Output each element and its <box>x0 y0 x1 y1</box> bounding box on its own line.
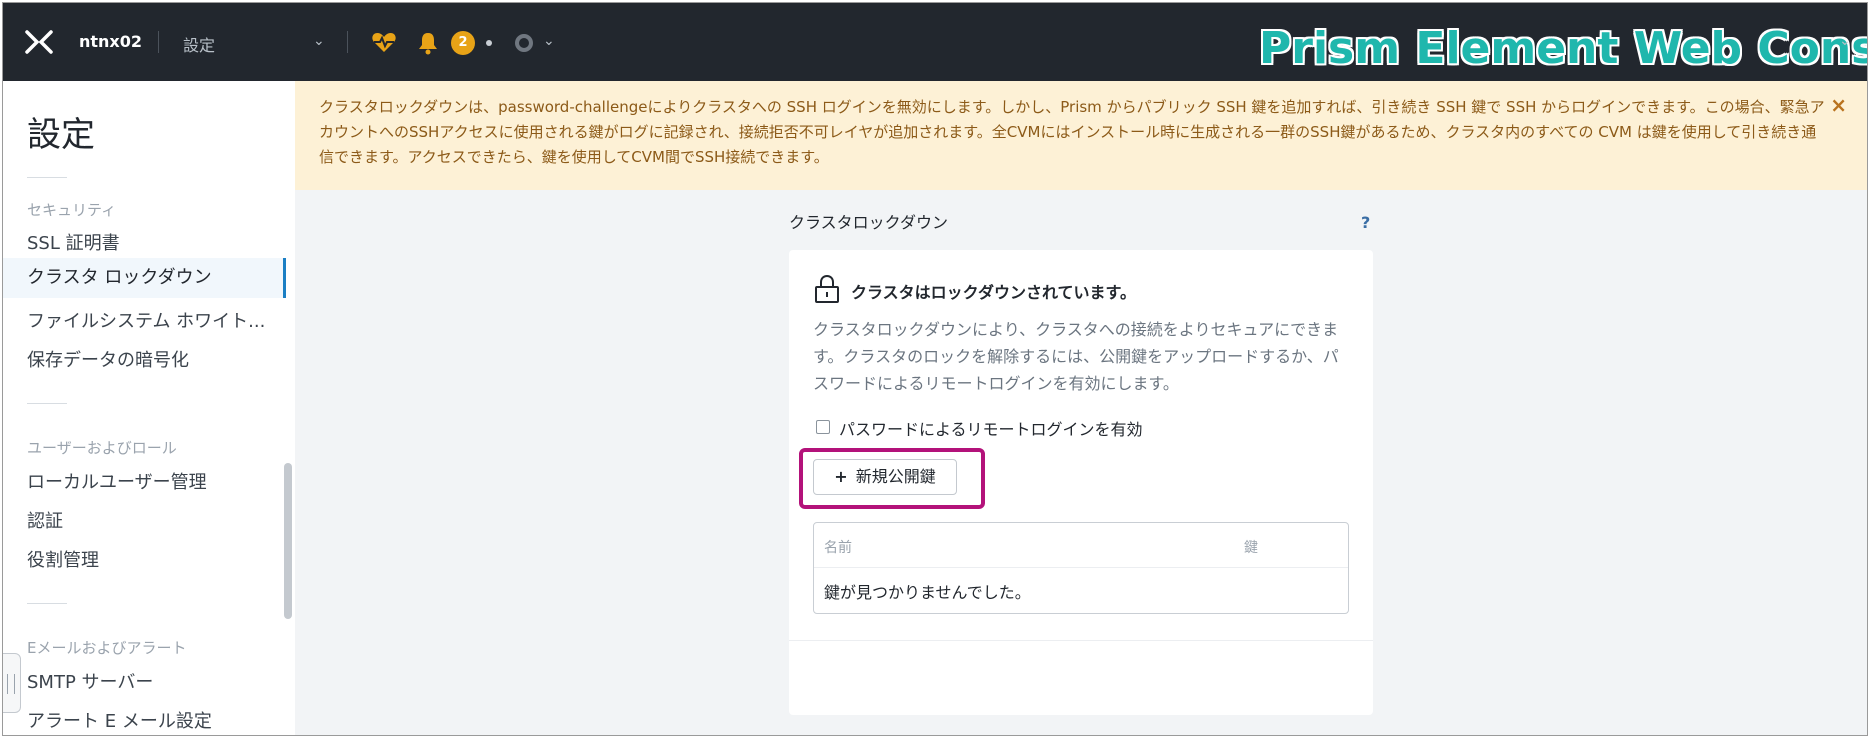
sidebar-item-authentication[interactable]: 認証 <box>27 507 63 533</box>
heart-health-icon[interactable] <box>371 31 397 53</box>
help-icon[interactable]: ? <box>1361 213 1370 232</box>
lockdown-description: クラスタロックダウンにより、クラスタへの接続をよりセキュアにできます。クラスタの… <box>813 320 1339 393</box>
cluster-name[interactable]: ntnx02 <box>79 32 142 51</box>
header-divider <box>814 567 1348 568</box>
sidebar-item-filesystem-whitelist[interactable]: ファイルシステム ホワイト... <box>27 307 265 333</box>
sidebar-group-email-alerts: Eメールおよびアラート <box>27 639 187 657</box>
sidebar-scrollbar[interactable] <box>284 463 292 619</box>
divider <box>27 603 67 604</box>
sidebar-title: 設定 <box>27 115 95 155</box>
column-header-name: 名前 <box>824 540 852 556</box>
nutanix-x-logo[interactable] <box>25 30 53 54</box>
divider <box>789 640 1373 641</box>
grip-icon <box>7 674 15 694</box>
sidebar-collapse-handle[interactable] <box>3 653 21 713</box>
empty-table-message: 鍵が見つかりませんでした。 <box>824 583 1031 602</box>
sidebar-item-alert-email-settings[interactable]: アラート E メール設定 <box>27 707 212 733</box>
lockdown-status-text: クラスタはロックダウンされています。 <box>851 283 1136 302</box>
sidebar-group-users-roles: ユーザーおよびロール <box>27 439 177 457</box>
warning-text: クラスタロックダウンは、password-challengeによりクラスタへの … <box>319 98 1825 166</box>
enable-password-login-checkbox[interactable] <box>816 420 830 434</box>
status-dot <box>486 40 492 46</box>
sidebar-item-smtp-server[interactable]: SMTP サーバー <box>27 668 153 694</box>
app-window: ntnx02 設定 ⌄ 2 ⌄ Prism Element Web Consol… <box>2 2 1868 736</box>
chevron-down-icon[interactable]: ⌄ <box>543 33 555 49</box>
alert-count-badge[interactable]: 2 <box>451 31 475 55</box>
divider <box>27 177 67 178</box>
public-keys-table: 名前 鍵 鍵が見つかりませんでした。 <box>813 522 1349 614</box>
divider <box>158 31 159 53</box>
sidebar-item-data-at-rest-encryption[interactable]: 保存データの暗号化 <box>27 346 189 372</box>
close-icon[interactable]: × <box>1830 93 1847 117</box>
page-name[interactable]: 設定 <box>183 32 215 56</box>
top-nav-bar: ntnx02 設定 ⌄ 2 ⌄ Prism Element Web Consol… <box>3 3 1867 81</box>
settings-sidebar: 設定 セキュリティ SSL 証明書 クラスタ ロックダウン ファイルシステム ホ… <box>3 81 295 735</box>
circle-status-icon[interactable] <box>515 34 533 52</box>
bell-icon[interactable] <box>417 31 439 55</box>
sidebar-item-local-user-management[interactable]: ローカルユーザー管理 <box>27 468 207 494</box>
column-header-key: 鍵 <box>1244 540 1258 556</box>
sidebar-group-security: セキュリティ <box>27 201 117 219</box>
lock-icon <box>815 274 839 303</box>
chevron-down-icon[interactable]: ⌄ <box>313 33 325 49</box>
chevron-down-icon[interactable]: ⌄ <box>1839 33 1851 49</box>
section-title: クラスタロックダウン <box>789 213 949 232</box>
sidebar-item-cluster-lockdown[interactable]: クラスタ ロックダウン <box>3 258 286 298</box>
enable-password-login-label[interactable]: パスワードによるリモートログインを有効 <box>839 416 1143 440</box>
console-title-overlay: Prism Element Web Console <box>1259 23 1867 74</box>
annotation-highlight-box <box>799 448 985 509</box>
lockdown-warning-banner: クラスタロックダウンは、password-challengeによりクラスタへの … <box>295 81 1867 190</box>
divider <box>27 403 67 404</box>
sidebar-item-role-management[interactable]: 役割管理 <box>27 546 99 572</box>
divider <box>347 31 348 53</box>
sidebar-item-ssl-certificate[interactable]: SSL 証明書 <box>27 229 120 255</box>
